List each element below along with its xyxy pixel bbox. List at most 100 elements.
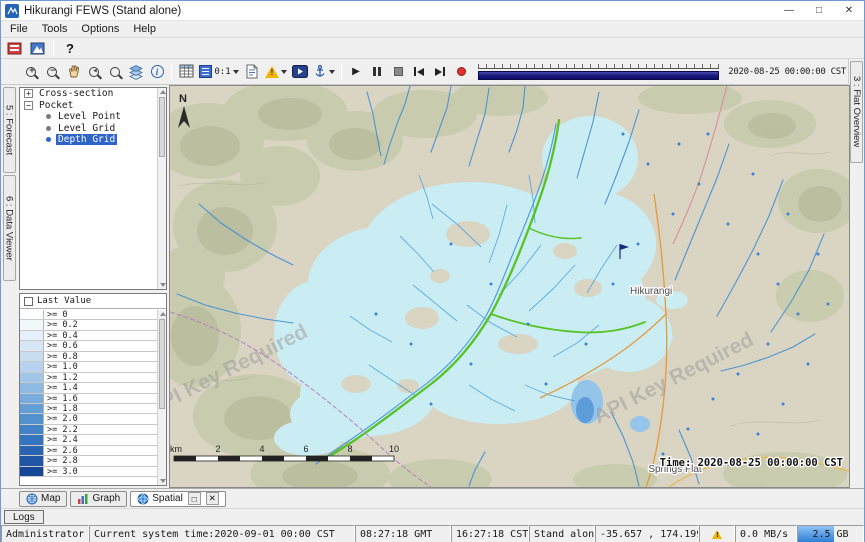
minimize-button[interactable]: — (774, 1, 804, 20)
zoom-out-button[interactable]: − (42, 62, 62, 81)
compass-n-label: N (179, 93, 187, 105)
legend-label: >= 0 (44, 310, 67, 319)
menu-file[interactable]: File (3, 22, 35, 36)
tree-item-level-point[interactable]: Level Point (20, 111, 166, 123)
zoom-extent-button[interactable] (105, 62, 125, 81)
legend-label: >= 0.2 (44, 320, 78, 329)
play-button[interactable]: ▶ (346, 62, 366, 81)
pause-button[interactable] (367, 62, 387, 81)
status-warning[interactable]: ! (699, 525, 735, 542)
tree-item-pocket[interactable]: − Pocket (20, 100, 166, 112)
menu-bar: File Tools Options Help (1, 21, 864, 37)
legend-document-button[interactable] (242, 62, 262, 81)
database-button[interactable] (4, 39, 24, 58)
status-mode: Stand alone (529, 525, 595, 542)
step-forward-icon (435, 67, 445, 76)
tab-map[interactable]: Map (19, 491, 67, 507)
status-user: Administrator (1, 525, 89, 542)
layers-button[interactable] (126, 62, 146, 81)
legend-label: >= 1.6 (44, 394, 78, 403)
memory-label: 2.5 GB (812, 529, 848, 540)
zoom-in-icon: + (26, 67, 36, 77)
tab-float-button[interactable]: □ (188, 492, 201, 505)
maximize-button[interactable]: □ (804, 1, 834, 20)
scroll-up-icon[interactable] (160, 90, 166, 94)
scroll-down-icon[interactable] (160, 479, 166, 483)
legend-row: >= 2.4 (20, 435, 157, 445)
step-back-icon (414, 67, 424, 76)
map-view[interactable]: API Key Required API Key Required N km 2… (169, 85, 850, 488)
menu-tools[interactable]: Tools (35, 22, 75, 36)
node-bullet-icon (46, 137, 51, 142)
toolbar-separator (171, 64, 172, 80)
legend-row: >= 0.6 (20, 341, 157, 351)
profile-tool-button[interactable] (311, 62, 337, 81)
legend-swatch (20, 467, 44, 476)
tab-close-button[interactable]: ✕ (206, 492, 219, 505)
scroll-down-icon[interactable] (160, 283, 166, 287)
legend-panel: Last Value >= 0 >= 0.2 >= 0.4 >= 0.6 >= … (19, 293, 167, 486)
toolbar-separator (53, 40, 54, 56)
record-button[interactable] (451, 62, 471, 81)
stop-button[interactable] (388, 62, 408, 81)
legend-label: >= 2.8 (44, 456, 78, 465)
expand-plus-icon[interactable]: + (24, 89, 33, 98)
scroll-thumb[interactable] (159, 319, 165, 409)
time-step-select[interactable]: 0:1 (197, 62, 241, 81)
menu-help[interactable]: Help (126, 22, 163, 36)
scale-tick-label: 10 (389, 444, 399, 454)
legend-swatch (20, 362, 44, 371)
legend-swatch (20, 331, 44, 340)
legend-swatch (20, 352, 44, 361)
menu-options[interactable]: Options (74, 22, 126, 36)
info-button[interactable]: i (147, 62, 167, 81)
zoom-in-button[interactable]: + (21, 62, 41, 81)
map-display-icon (30, 41, 45, 56)
thresholds-button[interactable]: ! (263, 62, 289, 81)
legend-label: >= 0.6 (44, 341, 78, 350)
map-canvas[interactable]: API Key Required API Key Required N km 2… (170, 86, 849, 487)
pan-button[interactable] (63, 62, 83, 81)
last-value-checkbox[interactable] (24, 297, 33, 306)
tab-forecast[interactable]: 5 : Forecast (3, 87, 16, 173)
status-bar: Administrator Current system time:2020-0… (1, 525, 864, 542)
warning-icon: ! (712, 530, 722, 539)
chevron-down-icon (281, 70, 287, 74)
legend-label: >= 1.8 (44, 404, 78, 413)
timeline-bar[interactable] (478, 71, 719, 80)
logs-button[interactable]: Logs (4, 510, 44, 524)
legend-row: >= 0.2 (20, 320, 157, 330)
tab-flat-overview[interactable]: 3 : Flat Overview (850, 61, 863, 163)
legend-row: >= 1.0 (20, 362, 157, 372)
scroll-thumb[interactable] (159, 97, 165, 157)
database-icon (7, 41, 22, 56)
timeline-slider[interactable] (478, 63, 719, 81)
tab-graph[interactable]: Graph (70, 491, 127, 507)
tree-item-label: Level Grid (56, 123, 117, 134)
step-forward-button[interactable] (430, 62, 450, 81)
legend-list: >= 0 >= 0.2 >= 0.4 >= 0.6 >= 0.8 >= 1.0 … (20, 310, 157, 485)
legend-label: >= 2.2 (44, 425, 78, 434)
tree-item-level-grid[interactable]: Level Grid (20, 123, 166, 135)
expand-minus-icon[interactable]: − (24, 101, 33, 110)
legend-swatch (20, 414, 44, 423)
scroll-up-icon[interactable] (160, 312, 166, 316)
tab-spatial[interactable]: Spatial □ ✕ (130, 491, 226, 507)
close-button[interactable]: ✕ (834, 1, 864, 20)
legend-row: >= 2.2 (20, 425, 157, 435)
info-icon: i (151, 65, 164, 78)
grid-display-button[interactable] (176, 62, 196, 81)
tab-data-viewer[interactable]: 6 : Data Viewer (3, 175, 16, 281)
map-display-button[interactable] (27, 39, 47, 58)
pan-hand-icon (66, 64, 81, 79)
animation-export-button[interactable] (290, 62, 310, 81)
tree-item-cross-section[interactable]: + Cross-section (20, 88, 166, 100)
step-back-button[interactable] (409, 62, 429, 81)
tree-item-depth-grid-selected[interactable]: Depth Grid (20, 134, 166, 146)
zoom-previous-button[interactable]: ◂ (84, 62, 104, 81)
legend-scrollbar[interactable] (157, 310, 166, 485)
tree-scrollbar[interactable] (157, 88, 166, 289)
help-button[interactable]: ? (60, 39, 80, 58)
record-icon (457, 67, 466, 76)
time-step-icon (199, 65, 212, 78)
